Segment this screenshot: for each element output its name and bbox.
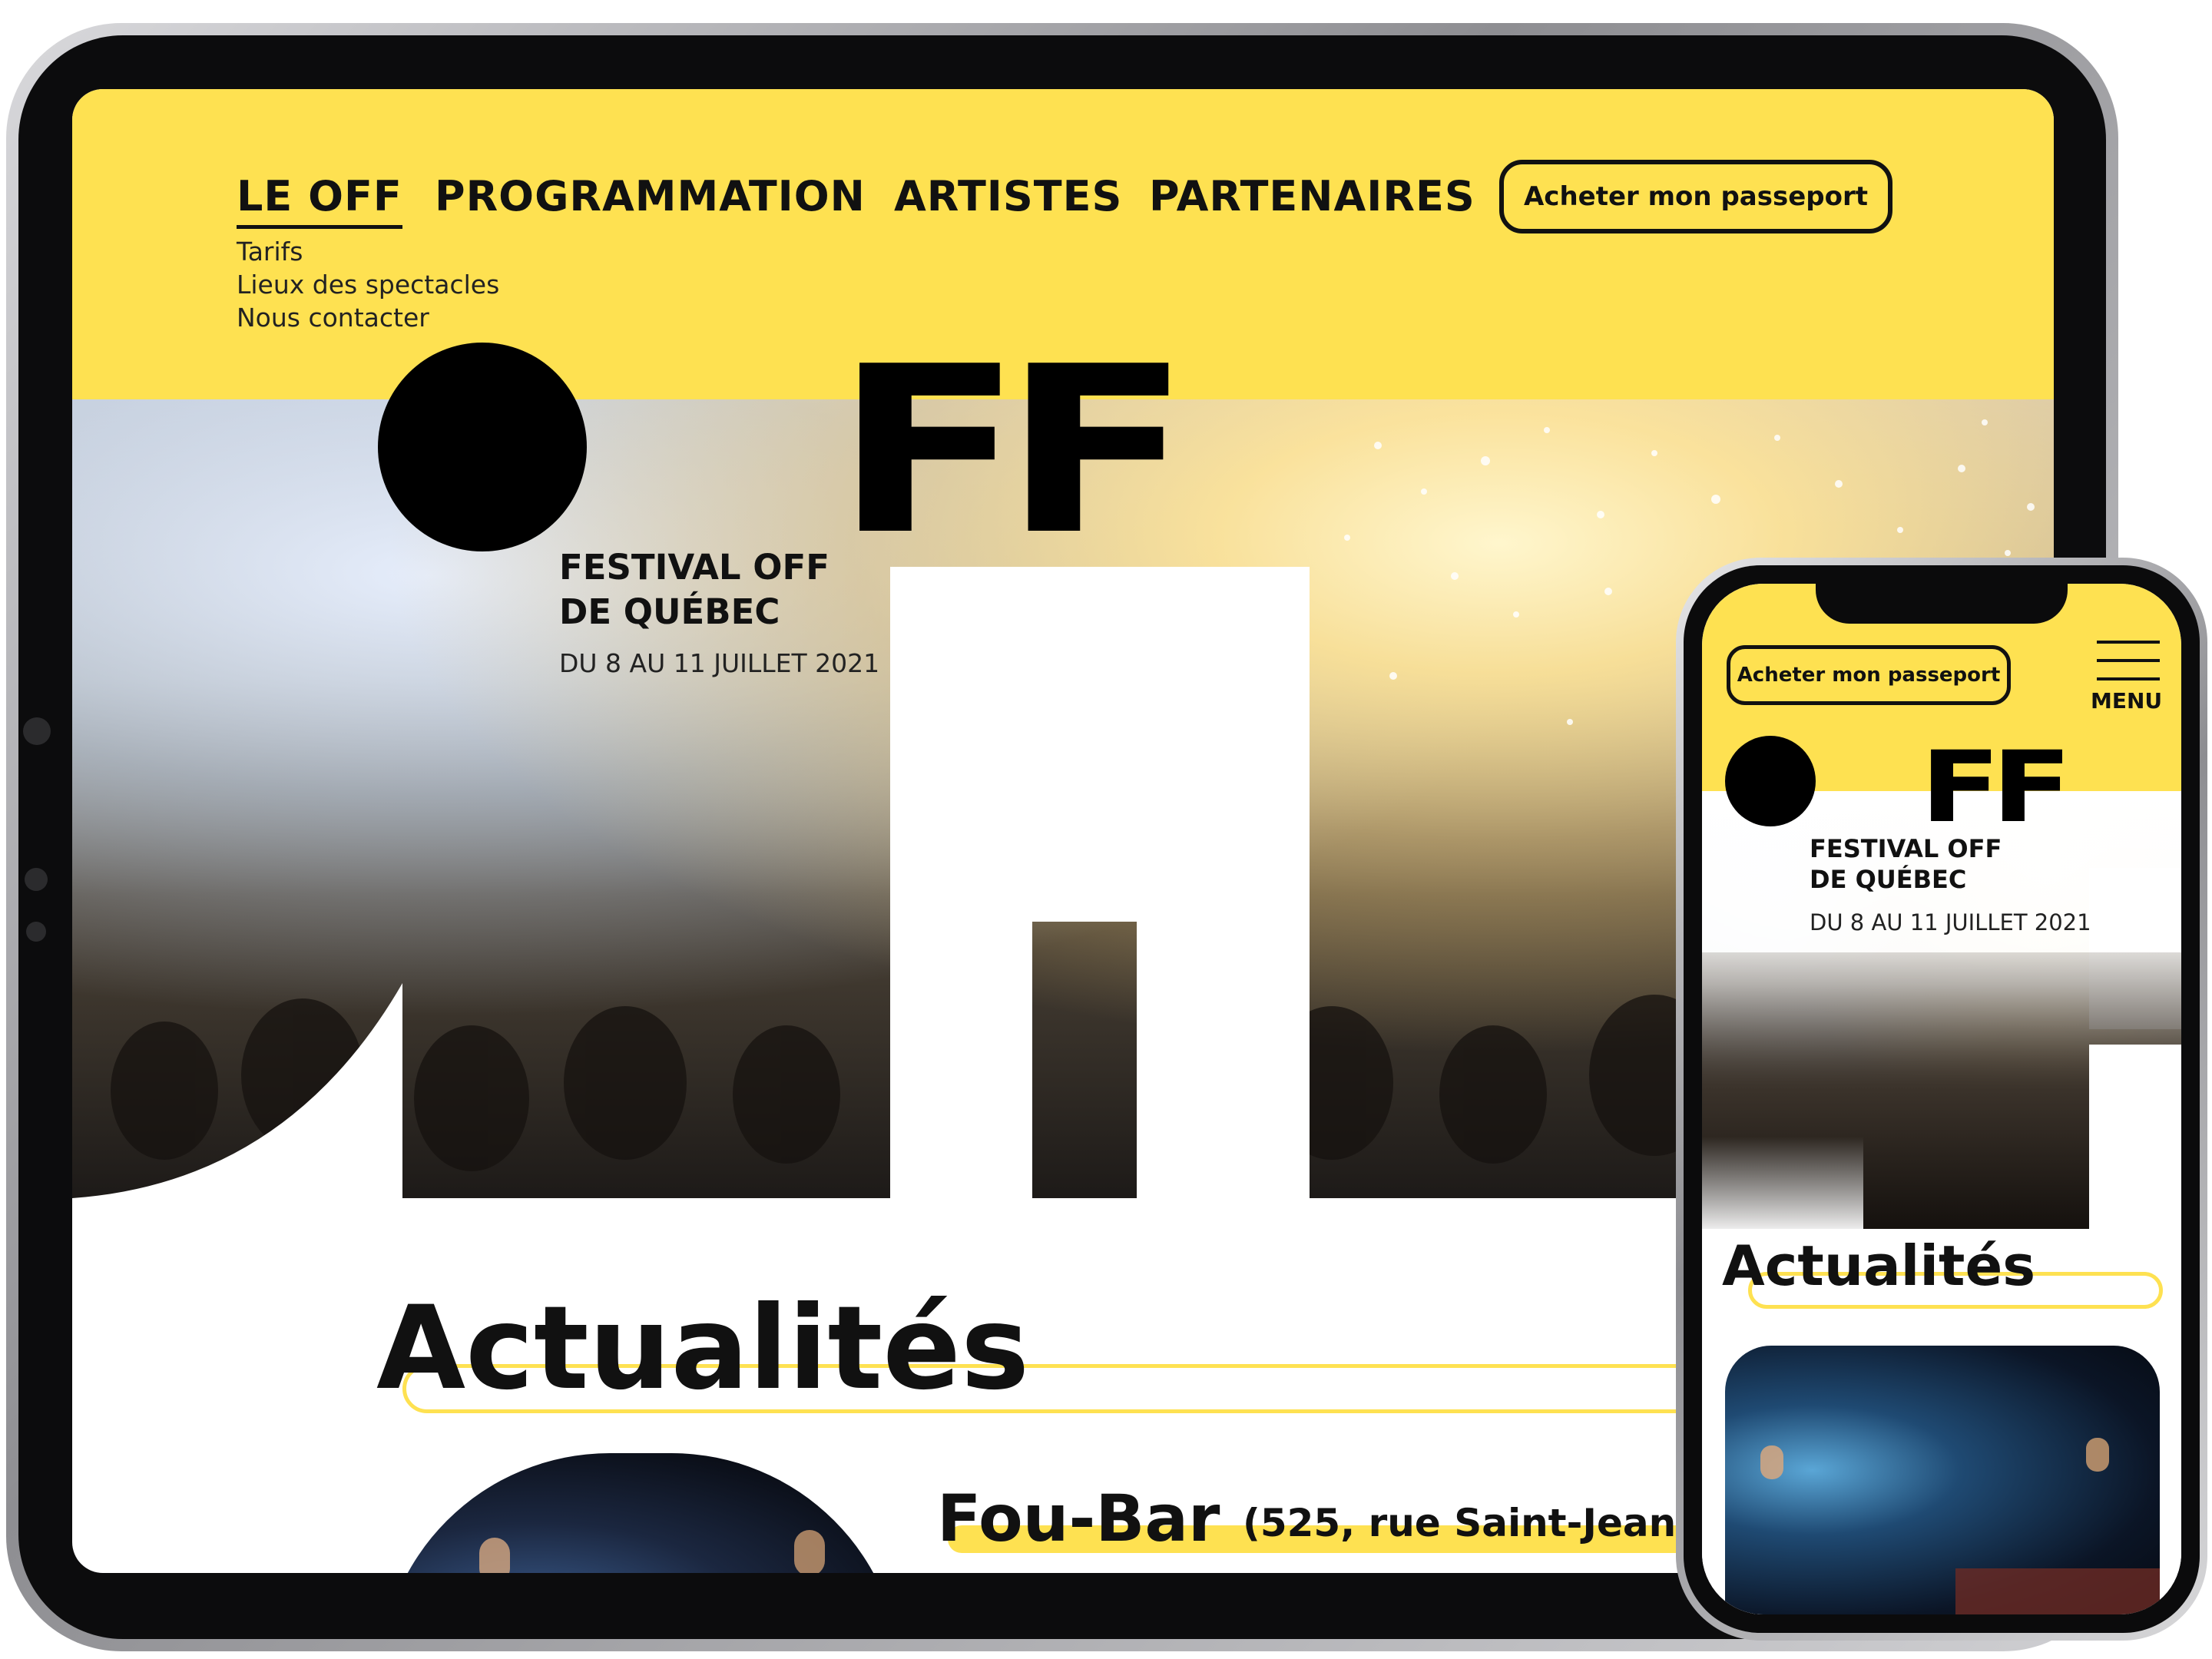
tablet-sensor bbox=[25, 868, 48, 891]
phone-news-heading: Actualités bbox=[1722, 1233, 2036, 1298]
nav-item-artistes[interactable]: ARTISTES bbox=[894, 172, 1122, 220]
phone-logo-ff: FF bbox=[1920, 730, 2072, 845]
phone-hero-title-line2: DE QUÉBEC bbox=[1810, 865, 1967, 894]
news-item-address: (525, rue Saint-Jean) bbox=[1243, 1501, 1694, 1545]
news-heading: Actualités bbox=[376, 1282, 1030, 1416]
submenu-tarifs[interactable]: Tarifs bbox=[237, 237, 303, 267]
phone-buy-pass-button[interactable]: Acheter mon passeport bbox=[1727, 645, 2011, 705]
phone-hero-white-cut bbox=[2089, 1045, 2181, 1237]
news-item-image[interactable] bbox=[379, 1453, 902, 1573]
news-item-title[interactable]: Fou-Bar bbox=[937, 1481, 1220, 1556]
hero-title-line2: DE QUÉBEC bbox=[559, 591, 780, 632]
buy-pass-button[interactable]: Acheter mon passeport bbox=[1499, 160, 1892, 233]
phone-notch bbox=[1816, 581, 2068, 624]
hamburger-menu-icon[interactable] bbox=[2097, 641, 2160, 682]
hero-title-line1: FESTIVAL OFF bbox=[559, 547, 830, 588]
phone-hero-title-line1: FESTIVAL OFF bbox=[1810, 834, 2002, 863]
submenu-lieux[interactable]: Lieux des spectacles bbox=[237, 270, 499, 300]
tablet-sensor bbox=[26, 922, 46, 942]
logo-ff: FF bbox=[834, 317, 1191, 585]
hamburger-line bbox=[2097, 659, 2160, 662]
nav-item-programmation[interactable]: PROGRAMMATION bbox=[435, 172, 866, 220]
performer-silhouette bbox=[1760, 1445, 1783, 1479]
hero-dates: DU 8 AU 11 JUILLET 2021 bbox=[559, 648, 880, 678]
stage-floor bbox=[1955, 1568, 2160, 1614]
submenu-contact[interactable]: Nous contacter bbox=[237, 303, 429, 333]
hero-curve-shape bbox=[72, 983, 402, 1198]
performer-silhouette bbox=[479, 1538, 510, 1573]
hero-white-block-mid bbox=[1137, 567, 1310, 1198]
hamburger-line bbox=[2097, 641, 2160, 644]
nav-item-partenaires[interactable]: PARTENAIRES bbox=[1149, 172, 1475, 220]
phone-logo-circle bbox=[1725, 736, 1816, 826]
phone-hero-white-cut-left bbox=[1702, 1137, 1863, 1237]
phone-screen: Acheter mon passeport MENU FF FESTIVAL O… bbox=[1702, 584, 2181, 1614]
performer-silhouette bbox=[2086, 1438, 2109, 1472]
hamburger-line bbox=[2097, 677, 2160, 680]
performer-silhouette bbox=[794, 1530, 825, 1573]
nav-item-le-off[interactable]: LE OFF bbox=[237, 172, 402, 229]
logo-circle bbox=[378, 343, 587, 551]
tablet-camera bbox=[23, 717, 51, 745]
phone-news-image[interactable] bbox=[1725, 1346, 2160, 1614]
phone-hero-dates: DU 8 AU 11 JUILLET 2021 bbox=[1810, 909, 2091, 935]
menu-label[interactable]: MENU bbox=[2091, 688, 2162, 714]
